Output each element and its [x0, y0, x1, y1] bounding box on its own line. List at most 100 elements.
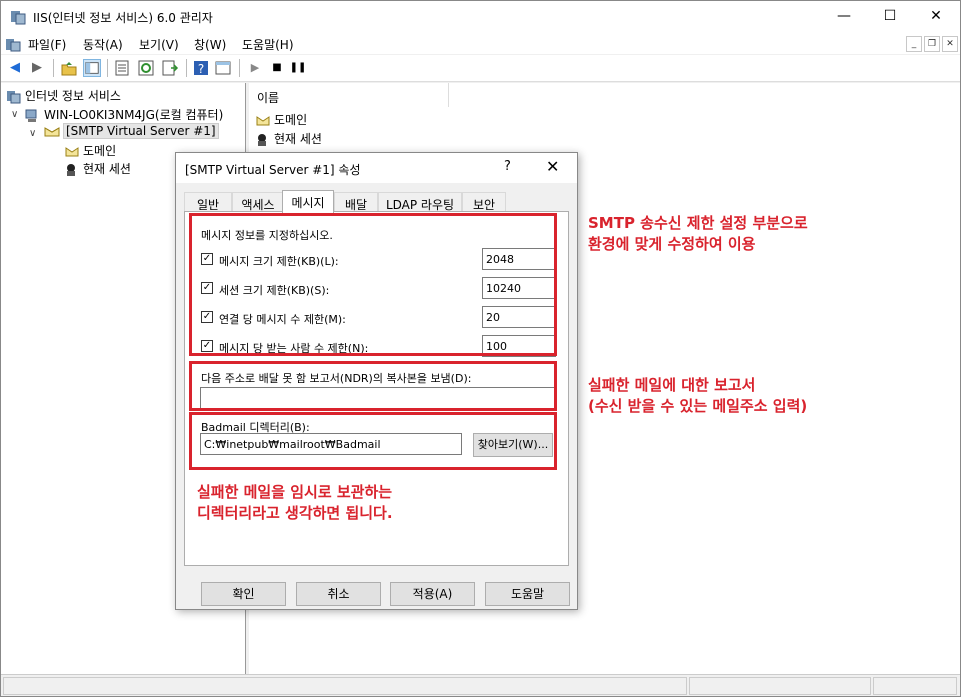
tree-label-iis: 인터넷 정보 서비스: [25, 89, 121, 103]
tree-node-domain[interactable]: 도메인: [64, 142, 116, 159]
tab-security[interactable]: 보안: [462, 192, 506, 212]
iis-icon: [7, 90, 21, 103]
smtp-server-icon: [44, 126, 60, 136]
message-size-limit-checkbox[interactable]: ✓: [201, 253, 213, 265]
start-icon[interactable]: ▶: [246, 59, 264, 77]
tree-label-computer: WIN-LO0KI3NM4JG(로컬 컴퓨터): [44, 108, 224, 122]
chevron-down-icon[interactable]: ∨: [29, 128, 36, 139]
apply-button[interactable]: 적용(A): [390, 582, 475, 606]
column-header-name[interactable]: 이름: [249, 83, 449, 107]
mmc-icon[interactable]: [5, 36, 21, 52]
note-line: 환경에 맞게 수정하여 이용: [588, 235, 756, 253]
dialog-close-button[interactable]: ✕: [546, 157, 559, 176]
back-arrow-icon[interactable]: ◀: [6, 59, 24, 77]
tree-label-session: 현재 세션: [83, 162, 131, 176]
iis-app-icon: [11, 11, 26, 25]
menu-window[interactable]: 창(W): [194, 36, 226, 53]
column-header-label: 이름: [257, 91, 280, 105]
console-tree-icon[interactable]: [214, 59, 232, 77]
recipients-per-message-field[interactable]: 100: [482, 335, 556, 357]
session-size-limit-checkbox[interactable]: ✓: [201, 282, 213, 294]
tab-label: LDAP 라우팅: [385, 198, 455, 212]
tab-label: 일반: [196, 198, 220, 212]
note-line: SMTP 송수신 제한 설정 부분으로: [588, 214, 808, 232]
status-cell: [3, 677, 687, 695]
title-bar: IIS(인터넷 정보 서비스) 6.0 관리자 — ☐ ✕: [1, 1, 960, 32]
cancel-button[interactable]: 취소: [296, 582, 381, 606]
status-bar: [1, 674, 960, 696]
list-item-label: 도메인: [274, 113, 308, 127]
tab-access[interactable]: 액세스: [232, 192, 284, 212]
domain-icon: [256, 115, 270, 125]
note-line: 실패한 메일에 대한 보고서: [588, 376, 756, 394]
note-line: 실패한 메일을 임시로 보관하는: [197, 483, 393, 501]
ndr-label: 다음 주소로 배달 못 함 보고서(NDR)의 복사본을 보냄(D):: [201, 372, 472, 385]
ndr-address-field[interactable]: [200, 387, 556, 409]
tree-node-smtp-server[interactable]: [SMTP Virtual Server #1]: [44, 123, 219, 139]
smtp-properties-dialog: [SMTP Virtual Server #1] 속성 ? ✕ 일반 액세스 메…: [175, 152, 578, 610]
stop-icon[interactable]: ■: [268, 59, 286, 77]
properties-icon[interactable]: [113, 59, 131, 77]
pause-icon[interactable]: ❚❚: [289, 59, 307, 77]
browse-button[interactable]: 찾아보기(W)...: [473, 433, 553, 457]
toolbar-separator: [107, 59, 108, 77]
tree-node-computer[interactable]: WIN-LO0KI3NM4JG(로컬 컴퓨터): [25, 106, 223, 123]
mdi-close-button[interactable]: ✕: [942, 36, 958, 52]
mdi-restore-button[interactable]: ❐: [924, 36, 940, 52]
export-list-icon[interactable]: [161, 59, 179, 77]
badmail-directory-field[interactable]: C:₩inetpub₩mailroot₩Badmail: [200, 433, 462, 455]
message-size-limit-field[interactable]: 2048: [482, 248, 556, 270]
tree-label-domain: 도메인: [83, 144, 117, 158]
toolbar-separator: [239, 59, 240, 77]
svg-text:?: ?: [198, 62, 204, 76]
status-cell: [689, 677, 871, 695]
help-icon[interactable]: ?: [192, 59, 210, 77]
tab-label: 보안: [472, 198, 496, 212]
list-item-label: 현재 세션: [274, 132, 322, 146]
recipients-per-message-checkbox[interactable]: ✓: [201, 340, 213, 352]
ok-button[interactable]: 확인: [201, 582, 286, 606]
up-folder-icon[interactable]: [60, 59, 78, 77]
refresh-icon[interactable]: [137, 59, 155, 77]
forward-arrow-icon[interactable]: ▶: [28, 59, 46, 77]
instruction-text: 메시지 정보를 지정하십시오.: [201, 229, 333, 242]
session-icon: [67, 163, 75, 176]
ndr-note: 실패한 메일에 대한 보고서 (수신 받을 수 있는 메일주소 입력): [588, 375, 807, 417]
show-hide-tree-icon[interactable]: [83, 59, 101, 77]
domain-icon: [65, 146, 79, 156]
toolbar-separator: [186, 59, 187, 77]
tab-ldap-routing[interactable]: LDAP 라우팅: [378, 192, 462, 212]
messages-per-connection-field[interactable]: 20: [482, 306, 556, 328]
tab-general[interactable]: 일반: [184, 192, 232, 212]
badmail-note: 실패한 메일을 임시로 보관하는 디렉터리라고 생각하면 됩니다.: [197, 482, 393, 524]
tab-label: 액세스: [241, 198, 275, 212]
messages-per-connection-checkbox[interactable]: ✓: [201, 311, 213, 323]
session-size-limit-field[interactable]: 10240: [482, 277, 556, 299]
list-item[interactable]: 도메인: [255, 111, 307, 128]
tab-messages[interactable]: 메시지: [282, 190, 334, 213]
messages-per-connection-label: 연결 당 메시지 수 제한(M):: [219, 313, 346, 326]
menu-help[interactable]: 도움말(H): [242, 36, 294, 53]
tree-node-iis[interactable]: 인터넷 정보 서비스: [6, 87, 121, 104]
tree-node-session[interactable]: 현재 세션: [64, 160, 131, 177]
smtp-limits-note: SMTP 송수신 제한 설정 부분으로 환경에 맞게 수정하여 이용: [588, 213, 808, 255]
menu-file[interactable]: 파일(F): [28, 36, 66, 53]
dialog-title: [SMTP Virtual Server #1] 속성: [185, 163, 361, 177]
status-cell: [873, 677, 957, 695]
list-item[interactable]: 현재 세션: [255, 130, 322, 147]
tree-label-smtp-server: [SMTP Virtual Server #1]: [63, 123, 219, 139]
maximize-button[interactable]: ☐: [867, 1, 913, 32]
tab-delivery[interactable]: 배달: [334, 192, 378, 212]
dialog-help-button[interactable]: ?: [504, 159, 511, 174]
chevron-down-icon[interactable]: ∨: [11, 109, 18, 120]
message-size-limit-label: 메시지 크기 제한(KB)(L):: [219, 255, 339, 268]
help-button[interactable]: 도움말: [485, 582, 570, 606]
menu-action[interactable]: 동작(A): [83, 36, 123, 53]
dialog-title-bar: [SMTP Virtual Server #1] 속성 ? ✕: [176, 153, 577, 183]
session-icon: [258, 133, 266, 146]
menu-view[interactable]: 보기(V): [139, 36, 179, 53]
session-size-limit-label: 세션 크기 제한(KB)(S):: [219, 284, 330, 297]
close-button[interactable]: ✕: [913, 1, 959, 32]
minimize-button[interactable]: —: [821, 1, 867, 32]
mdi-minimize-button[interactable]: _: [906, 36, 922, 52]
